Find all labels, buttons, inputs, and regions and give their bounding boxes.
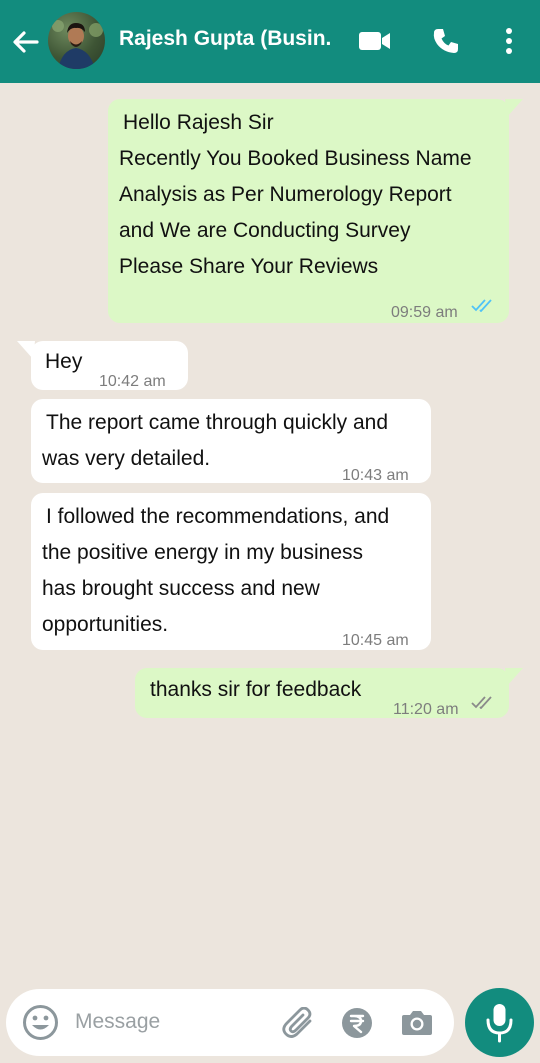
- message-line: I followed the recommendations, and: [46, 505, 390, 528]
- emoji-icon[interactable]: [22, 1004, 59, 1041]
- back-arrow-icon[interactable]: [10, 28, 40, 56]
- message-input[interactable]: Message: [75, 1010, 160, 1034]
- message-line: and We are Conducting Survey: [119, 219, 411, 242]
- message-line: Hello Rajesh Sir: [123, 111, 274, 134]
- read-ticks-icon: [471, 299, 492, 312]
- message-line: Recently You Booked Business Name: [119, 147, 472, 170]
- message-time: 10:42 am: [99, 373, 166, 390]
- message-time: 10:45 am: [342, 632, 409, 649]
- camera-icon[interactable]: [401, 1008, 433, 1036]
- delivered-ticks-icon: [471, 696, 492, 709]
- message-composer: Message: [6, 989, 454, 1056]
- message-time: 10:43 am: [342, 467, 409, 484]
- mic-icon: [486, 1004, 513, 1043]
- mic-button[interactable]: [465, 988, 534, 1057]
- chat-header: Rajesh Gupta (Busin.: [0, 0, 540, 83]
- contact-name[interactable]: Rajesh Gupta (Busin.: [119, 27, 351, 51]
- message-line: has brought success and new: [42, 577, 320, 600]
- more-options-icon[interactable]: [503, 26, 515, 56]
- message-line: the positive energy in my business: [42, 541, 363, 564]
- rupee-payment-icon[interactable]: [341, 1007, 373, 1039]
- message-bubble-outgoing[interactable]: Hello Rajesh Sir Recently You Booked Bus…: [108, 99, 509, 323]
- message-line: Please Share Your Reviews: [119, 255, 379, 278]
- video-call-icon[interactable]: [358, 30, 392, 52]
- message-line: The report came through quickly and: [46, 411, 389, 434]
- message-line: Analysis as Per Numerology Report: [119, 183, 452, 206]
- message-bubble-incoming[interactable]: I followed the recommendations, and the …: [31, 493, 431, 650]
- message-bubble-incoming[interactable]: The report came through quickly and was …: [31, 399, 431, 484]
- attach-icon[interactable]: [282, 1007, 316, 1039]
- bubble-tail: [505, 99, 523, 117]
- message-bubble-outgoing[interactable]: thanks sir for feedback 11:20 am: [135, 668, 509, 718]
- bubble-tail: [505, 668, 523, 686]
- chat-area[interactable]: Hello Rajesh Sir Recently You Booked Bus…: [0, 83, 540, 983]
- message-time: 11:20 am: [393, 701, 459, 718]
- phone-icon[interactable]: [431, 26, 461, 56]
- avatar[interactable]: [48, 12, 105, 69]
- message-bubble-incoming[interactable]: Hey 10:42 am: [31, 341, 188, 390]
- message-time: 09:59 am: [391, 304, 458, 321]
